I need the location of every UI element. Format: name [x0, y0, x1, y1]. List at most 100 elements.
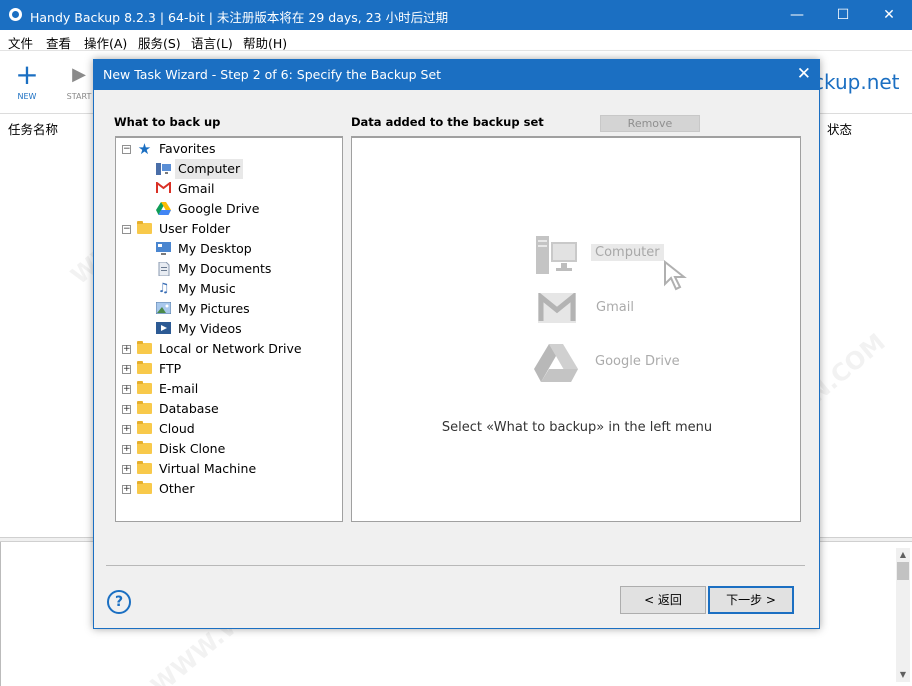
expand-icon[interactable]: + [122, 365, 131, 374]
new-task-button[interactable]: + NEW [0, 58, 54, 110]
close-button[interactable]: ✕ [866, 0, 912, 30]
tree-node-cloud[interactable]: + Cloud [116, 419, 342, 439]
tree-node-label: My Documents [178, 261, 272, 276]
folder-icon [137, 341, 152, 356]
tree-node-label: Other [159, 481, 195, 496]
brand-logo-text: ckup.net [813, 70, 900, 94]
tree-node-disk-clone[interactable]: + Disk Clone [116, 439, 342, 459]
tree-node-computer[interactable]: Computer [116, 159, 342, 179]
expand-icon[interactable]: + [122, 345, 131, 354]
tree-node-label: Database [159, 401, 219, 416]
gmail-icon [156, 180, 171, 196]
expand-icon[interactable]: + [122, 385, 131, 394]
tree-node-my-music[interactable]: ♫ My Music [116, 279, 342, 299]
tree-node-label: Disk Clone [159, 441, 226, 456]
log-scrollbar[interactable]: ▲ ▼ [896, 548, 910, 682]
expand-icon[interactable]: + [122, 445, 131, 454]
tree-node-label: User Folder [159, 221, 231, 236]
folder-icon [137, 221, 152, 236]
help-icon[interactable]: ? [107, 590, 131, 614]
menu-language[interactable]: 语言(L) [191, 33, 233, 52]
tree-node-local-network-drive[interactable]: + Local or Network Drive [116, 339, 342, 359]
tree-node-my-videos[interactable]: My Videos [116, 319, 342, 339]
menu-help[interactable]: 帮助(H) [243, 33, 287, 52]
menu-file[interactable]: 文件 [8, 33, 33, 52]
music-icon: ♫ [157, 281, 170, 296]
placeholder-google-drive: Google Drive [595, 354, 680, 369]
backup-set-pane[interactable]: Computer Gmail Google Drive Select «What… [351, 136, 801, 522]
plus-icon: + [15, 58, 39, 91]
menu-bar: 文件 查看 操作(A) 服务(S) 语言(L) 帮助(H) [0, 30, 912, 51]
collapse-icon[interactable]: − [122, 145, 131, 154]
menu-action[interactable]: 操作(A) [84, 33, 127, 52]
tree-node-other[interactable]: + Other [116, 479, 342, 499]
star-icon: ★ [137, 140, 152, 158]
folder-icon [137, 481, 152, 496]
scroll-up-icon[interactable]: ▲ [896, 548, 910, 562]
what-to-back-up-label: What to back up [114, 115, 221, 129]
tree-node-label: My Desktop [178, 241, 252, 256]
main-title-bar: Handy Backup 8.2.3 | 64-bit | 未注册版本将在 29… [0, 0, 912, 30]
scroll-thumb[interactable] [897, 562, 909, 580]
dialog-divider [106, 565, 805, 566]
collapse-icon[interactable]: − [122, 225, 131, 234]
scroll-down-icon[interactable]: ▼ [896, 668, 910, 682]
menu-service[interactable]: 服务(S) [138, 33, 181, 52]
folder-icon [137, 361, 152, 376]
tree-node-gmail[interactable]: Gmail [116, 179, 342, 199]
computer-large-icon [536, 234, 578, 279]
desktop-icon [156, 242, 171, 256]
video-icon [156, 322, 171, 336]
tree-node-ftp[interactable]: + FTP [116, 359, 342, 379]
remove-button[interactable]: Remove [600, 115, 700, 132]
tree-node-my-desktop[interactable]: My Desktop [116, 239, 342, 259]
expand-icon[interactable]: + [122, 425, 131, 434]
gmail-large-icon [538, 291, 576, 326]
dialog-title: New Task Wizard - Step 2 of 6: Specify t… [103, 67, 442, 82]
tree-node-my-documents[interactable]: My Documents [116, 259, 342, 279]
column-task-name[interactable]: 任务名称 [8, 119, 58, 138]
tree-node-label: My Pictures [178, 301, 250, 316]
google-drive-large-icon [534, 344, 578, 385]
folder-icon [137, 421, 152, 436]
placeholder-gmail: Gmail [596, 300, 634, 315]
column-status[interactable]: 状态 [827, 119, 852, 138]
window-title: Handy Backup 8.2.3 | 64-bit | 未注册版本将在 29… [30, 10, 449, 25]
expand-icon[interactable]: + [122, 485, 131, 494]
menu-view[interactable]: 查看 [46, 33, 71, 52]
tree-node-google-drive[interactable]: Google Drive [116, 199, 342, 219]
folder-icon [137, 461, 152, 476]
folder-icon [137, 441, 152, 456]
app-logo-icon [9, 8, 22, 21]
cursor-icon [663, 259, 689, 295]
folder-icon [137, 381, 152, 396]
new-task-label: NEW [17, 92, 37, 101]
back-button[interactable]: < 返回 [620, 586, 706, 614]
next-button[interactable]: 下一步 > [708, 586, 794, 614]
maximize-button[interactable]: ☐ [820, 0, 866, 30]
tree-node-label: Google Drive [178, 201, 260, 216]
tree-node-database[interactable]: + Database [116, 399, 342, 419]
folder-icon [137, 401, 152, 416]
minimize-button[interactable]: — [774, 0, 820, 30]
tree-node-virtual-machine[interactable]: + Virtual Machine [116, 459, 342, 479]
computer-icon [156, 162, 171, 176]
tree-node-label: My Music [178, 281, 236, 296]
document-icon [156, 261, 171, 277]
tree-node-favorites[interactable]: − ★ Favorites [116, 139, 342, 159]
tree-node-my-pictures[interactable]: My Pictures [116, 299, 342, 319]
expand-icon[interactable]: + [122, 465, 131, 474]
tree-node-label: Gmail [178, 181, 215, 196]
dialog-close-icon[interactable]: ✕ [797, 64, 811, 84]
tree-node-label: Favorites [159, 141, 216, 156]
new-task-wizard-dialog: New Task Wizard - Step 2 of 6: Specify t… [93, 59, 820, 629]
dialog-title-bar: New Task Wizard - Step 2 of 6: Specify t… [94, 60, 819, 90]
source-tree[interactable]: − ★ Favorites Computer Gmail Google Driv… [115, 136, 343, 522]
placeholder-computer: Computer [591, 244, 664, 261]
tree-node-user-folder[interactable]: − User Folder [116, 219, 342, 239]
tree-node-label: Local or Network Drive [159, 341, 302, 356]
tree-node-email[interactable]: + E-mail [116, 379, 342, 399]
tree-node-label: My Videos [178, 321, 242, 336]
tree-node-label: Virtual Machine [159, 461, 257, 476]
expand-icon[interactable]: + [122, 405, 131, 414]
